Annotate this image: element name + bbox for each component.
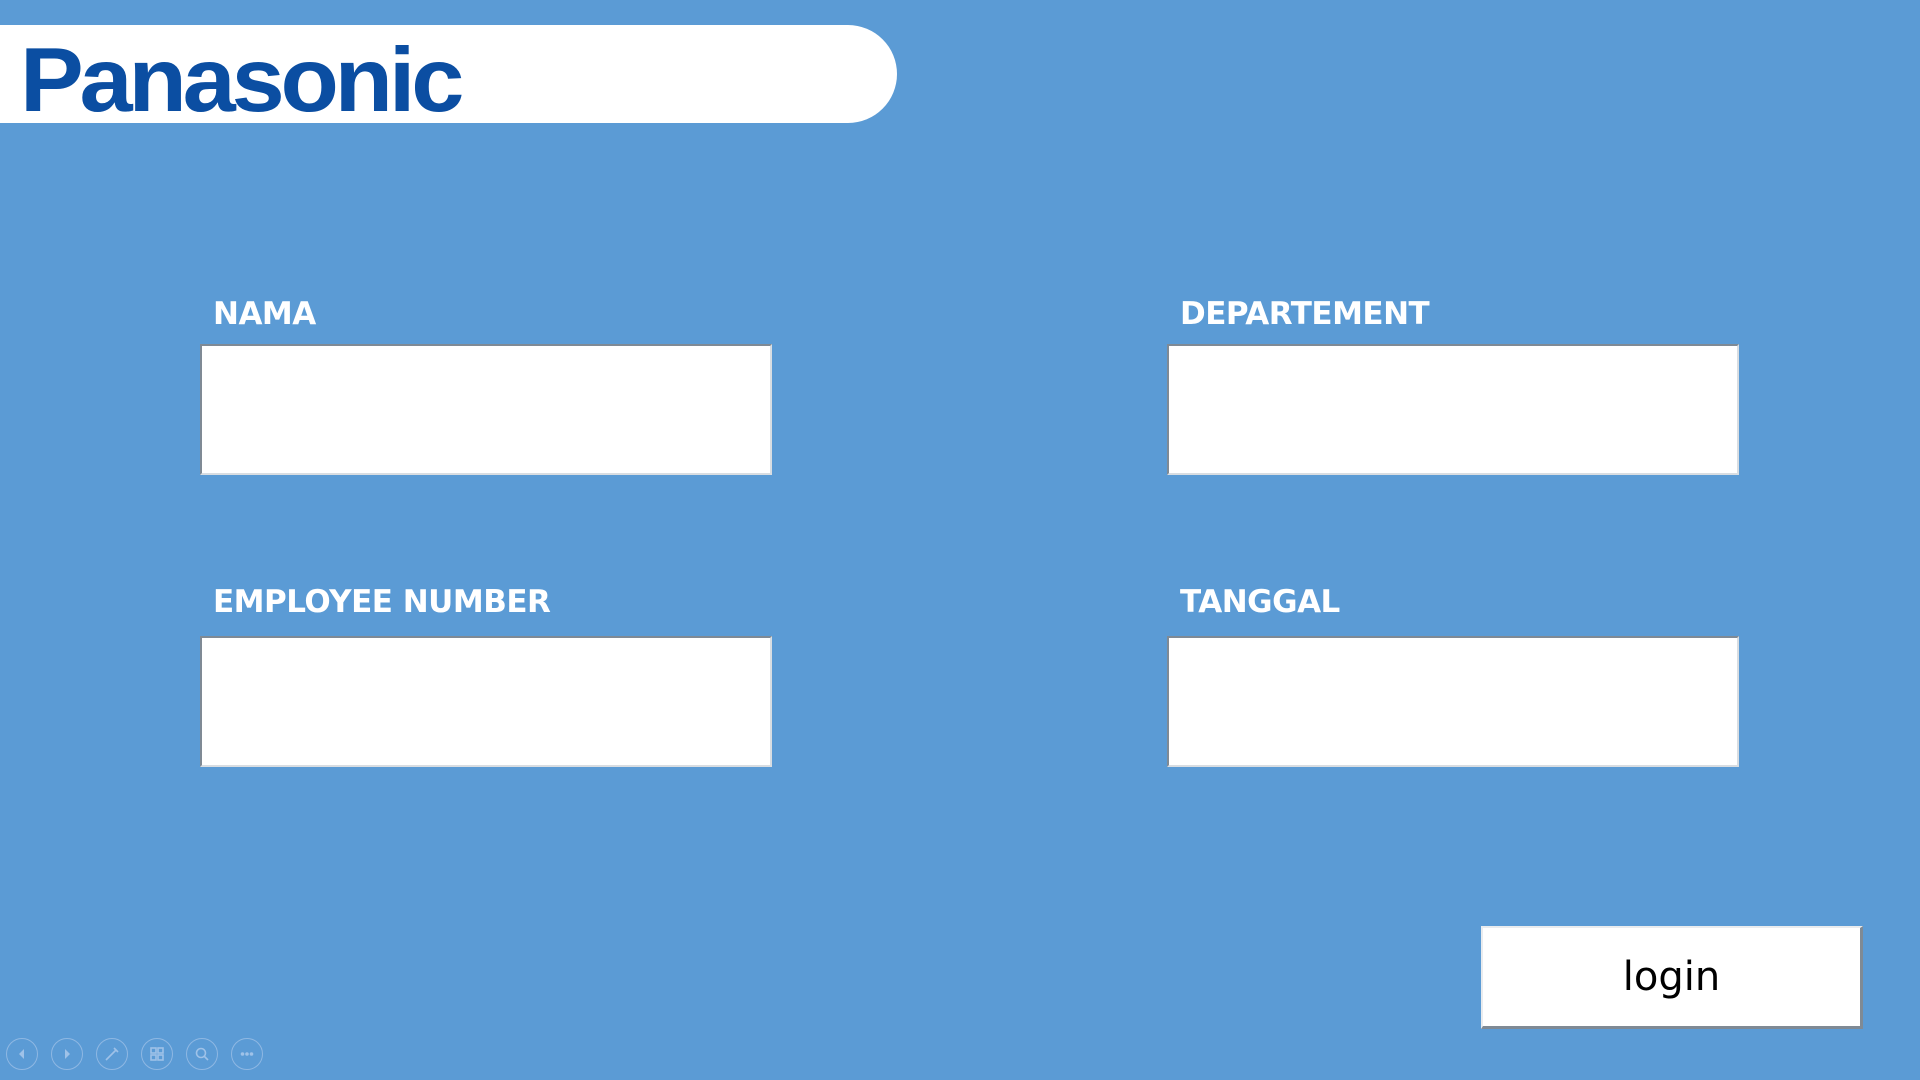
login-button[interactable]: login: [1481, 926, 1863, 1029]
previous-icon[interactable]: [6, 1038, 38, 1070]
slides-icon[interactable]: [141, 1038, 173, 1070]
nama-label: NAMA: [213, 296, 316, 332]
employee-number-input[interactable]: [200, 636, 772, 767]
tanggal-input[interactable]: [1167, 636, 1739, 767]
panasonic-logo: Panasonic: [20, 30, 464, 131]
logo-banner: Panasonic: [0, 25, 897, 131]
employee-number-label: EMPLOYEE NUMBER: [213, 584, 551, 620]
tanggal-label: TANGGAL: [1180, 584, 1340, 620]
departement-input[interactable]: [1167, 344, 1739, 475]
departement-label: DEPARTEMENT: [1180, 296, 1430, 332]
more-icon[interactable]: [231, 1038, 263, 1070]
pen-icon[interactable]: [96, 1038, 128, 1070]
next-icon[interactable]: [51, 1038, 83, 1070]
slideshow-toolbar: [6, 1038, 263, 1070]
nama-input[interactable]: [200, 344, 772, 475]
login-slide: Panasonic NAMA DEPARTEMENT EMPLOYEE NUMB…: [0, 0, 1920, 1080]
zoom-icon[interactable]: [186, 1038, 218, 1070]
